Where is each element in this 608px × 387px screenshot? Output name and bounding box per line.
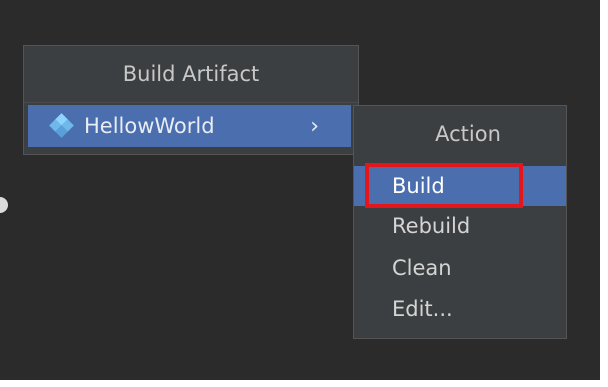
annotation-highlight-box — [365, 163, 523, 208]
artifact-diamond-icon — [49, 113, 74, 138]
action-title: Action — [435, 121, 501, 146]
action-item-rebuild[interactable]: Rebuild — [354, 206, 566, 246]
artifact-item-label: HellowWorld — [84, 114, 215, 138]
action-item-clean[interactable]: Clean — [354, 248, 566, 288]
action-popup: Action Build Rebuild Clean Edit... — [353, 105, 567, 339]
chevron-right-icon: › — [310, 114, 319, 139]
gutter-marker-icon — [0, 197, 8, 213]
build-artifact-popup: Build Artifact HellowWorld › — [23, 45, 359, 155]
action-item-edit[interactable]: Edit... — [354, 289, 566, 329]
artifact-item-hellowworld[interactable]: HellowWorld › — [28, 105, 351, 147]
build-artifact-title: Build Artifact — [24, 46, 358, 103]
